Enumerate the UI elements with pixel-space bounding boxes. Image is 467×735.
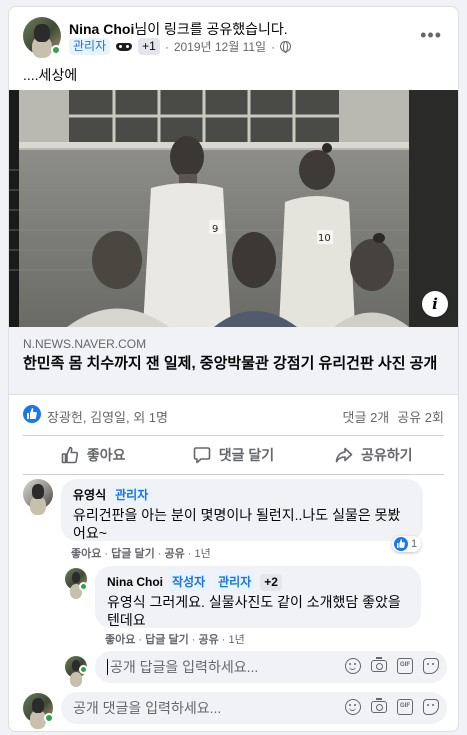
reactor-names[interactable]: 장광헌, 김영일, 외 1명 (47, 407, 168, 426)
online-status-icon (79, 582, 88, 591)
post-text: ....세상에 (23, 67, 78, 83)
sticker-icon[interactable] (423, 699, 439, 715)
comment-bubble-icon (193, 447, 211, 464)
info-icon[interactable]: i (422, 291, 448, 317)
comment-meta: 좋아요 · 답글 달기 · 공유 · 1년 (71, 548, 211, 560)
reaction-stats: 장광헌, 김영일, 외 1명 댓글 2개 공유 2회 (23, 405, 444, 425)
share-button-label: 공유하기 (361, 447, 413, 463)
meta-separator: · (271, 39, 276, 54)
reply-bubble: Nina Choi 작성자 관리자 +2 유영식 그러게요. 실물사진도 같이 … (95, 566, 421, 628)
reaction-count: 1 (411, 538, 418, 550)
reply-share-link[interactable]: 공유 (198, 634, 218, 646)
thumbs-up-icon (61, 446, 78, 464)
like-button-label: 좋아요 (86, 447, 126, 463)
reply-like-link[interactable]: 좋아요 (105, 634, 135, 646)
sticker-icon[interactable] (423, 658, 439, 674)
reply-meta: 좋아요 · 답글 달기 · 공유 · 1년 (105, 634, 245, 646)
online-status-icon (44, 713, 54, 723)
reply-reply-link[interactable]: 답글 달기 (145, 634, 189, 646)
commenter-avatar[interactable] (23, 479, 53, 509)
emoji-icon[interactable] (345, 699, 361, 715)
post-card: Nina Choi님이 링크를 공유했습니다. 관리자 +1 · 2019년 1… (8, 6, 459, 732)
share-button[interactable]: 공유하기 (304, 436, 444, 474)
post-header: Nina Choi님이 링크를 공유했습니다. 관리자 +1 · 2019년 1… (23, 17, 448, 57)
comment-share-link[interactable]: 공유 (164, 548, 184, 560)
gif-icon[interactable]: GIF (397, 699, 413, 715)
gif-icon[interactable]: GIF (397, 658, 413, 674)
reply-placeholder: 공개 답글을 입력하세요... (110, 659, 259, 675)
comment-reaction-count[interactable]: 1 (392, 536, 422, 552)
more-badges-count[interactable]: +2 (260, 573, 282, 591)
more-options-button[interactable]: ••• (420, 25, 442, 46)
admin-badge[interactable]: 관리자 (111, 486, 153, 504)
reply-input-row: 공개 답글을 입력하세요... GIF (65, 651, 447, 683)
link-preview-image[interactable]: 9 10 i (9, 90, 458, 327)
comment-button[interactable]: 댓글 달기 (163, 436, 303, 474)
reply-time[interactable]: 1년 (229, 634, 245, 646)
post-action-bar: 좋아요 댓글 달기 공유하기 (23, 435, 444, 475)
photo-number-tag: 9 (212, 224, 218, 235)
reply-author[interactable]: Nina Choi (107, 573, 163, 591)
comment-input-row: 공개 댓글을 입력하세요... GIF (23, 692, 447, 724)
admin-badge[interactable]: 관리자 (214, 573, 256, 591)
post-author-line: Nina Choi님이 링크를 공유했습니다. (69, 19, 288, 39)
share-count[interactable]: 공유 2회 (397, 407, 444, 426)
reply-author-line: Nina Choi 작성자 관리자 +2 (107, 573, 409, 591)
post-meta: 관리자 +1 · 2019년 12월 11일 · (69, 38, 292, 55)
engagement-counts: 댓글 2개 공유 2회 (343, 407, 444, 426)
share-arrow-icon (335, 447, 353, 463)
comment-input[interactable]: 공개 댓글을 입력하세요... GIF (61, 692, 447, 724)
emoji-icon[interactable] (345, 658, 361, 674)
comment-reply-link[interactable]: 답글 달기 (111, 548, 155, 560)
link-title: 한민족 몸 치수까지 잰 일제, 중앙박물관 강점기 유리건판 사진 공개 (23, 355, 438, 372)
comment-placeholder: 공개 댓글을 입력하세요... (73, 700, 222, 716)
comment-button-label: 댓글 달기 (218, 447, 275, 463)
meta-separator: · (164, 39, 169, 54)
comment-bubble: 유영식 관리자 유리건판을 아는 분이 몇명이나 될런지..나도 실물은 못봤어… (61, 479, 423, 541)
admin-badge[interactable]: 관리자 (69, 38, 111, 55)
comment-like-link[interactable]: 좋아요 (71, 548, 101, 560)
more-badges-count[interactable]: +1 (138, 38, 160, 55)
reply-input-tools: GIF (345, 657, 439, 674)
author-badge[interactable]: 작성자 (168, 573, 210, 591)
globe-icon[interactable] (280, 41, 292, 53)
author-name[interactable]: Nina Choi (69, 21, 134, 37)
comment-author[interactable]: 유영식 (73, 486, 106, 504)
text-cursor (107, 659, 108, 675)
like-reaction-icon (394, 537, 408, 551)
online-status-icon (79, 665, 88, 674)
link-preview[interactable]: N.NEWS.NAVER.COM 한민족 몸 치수까지 잰 일제, 중앙박물관 … (9, 327, 458, 395)
reply-input[interactable]: 공개 답글을 입력하세요... GIF (95, 651, 447, 683)
historic-photo-illustration: 9 10 (9, 90, 458, 327)
comment-author-line: 유영식 관리자 (73, 486, 411, 504)
like-reaction-icon[interactable] (23, 405, 41, 423)
share-action-text: 님이 링크를 공유했습니다. (134, 21, 288, 37)
online-status-icon (51, 45, 61, 55)
reply-text: 유영식 그러게요. 실물사진도 같이 소개했담 좋았을텐데요 (107, 594, 401, 628)
like-button[interactable]: 좋아요 (23, 436, 163, 474)
photo-number-tag: 10 (318, 233, 331, 244)
post-date[interactable]: 2019년 12월 11일 (174, 38, 266, 55)
mask-badge-icon[interactable] (115, 41, 133, 53)
comment-time[interactable]: 1년 (195, 548, 211, 560)
camera-icon[interactable] (371, 657, 387, 672)
comment-count[interactable]: 댓글 2개 (343, 407, 390, 426)
comment-text: 유리건판을 아는 분이 몇명이나 될런지..나도 실물은 못봤어요~ (73, 507, 401, 541)
link-domain: N.NEWS.NAVER.COM (23, 337, 147, 351)
camera-icon[interactable] (371, 698, 387, 713)
comment-input-tools: GIF (345, 698, 439, 715)
